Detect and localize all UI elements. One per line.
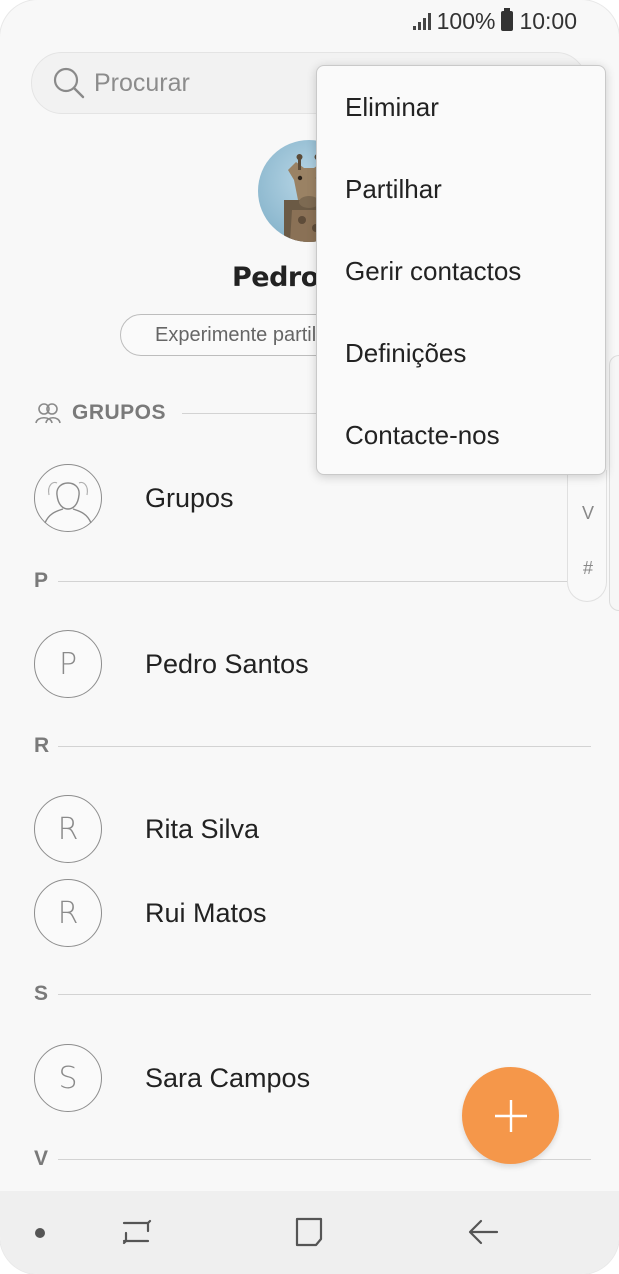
section-letter: R <box>34 734 50 757</box>
contact-avatar: R <box>34 795 102 863</box>
index-letter-hash[interactable]: # <box>568 558 608 579</box>
contact-name: Sara Campos <box>145 1062 311 1093</box>
clock: 10:00 <box>519 7 577 34</box>
contact-avatar: R <box>34 879 102 947</box>
list-item-contact[interactable]: P Pedro Santos <box>34 629 594 699</box>
contact-avatar: P <box>34 630 102 698</box>
menu-item-delete[interactable]: Eliminar <box>345 66 439 148</box>
add-contact-button[interactable] <box>462 1067 559 1164</box>
section-letter: P <box>34 569 49 592</box>
menu-item-settings[interactable]: Definições <box>345 312 466 394</box>
contact-name: Rita Silva <box>145 813 260 844</box>
menu-item-share[interactable]: Partilhar <box>345 148 442 230</box>
back-icon[interactable] <box>466 1215 500 1249</box>
contact-avatar: S <box>34 1044 102 1112</box>
search-icon <box>53 67 85 99</box>
person-outline-icon <box>44 481 92 524</box>
list-item-contact[interactable]: R Rui Matos <box>34 878 594 948</box>
group-avatar <box>34 464 102 532</box>
battery-percent: 100% <box>436 7 496 34</box>
status-bar: 100% 10:00 <box>412 6 577 36</box>
section-header-s: S <box>34 979 591 1009</box>
navigation-bar <box>0 1191 619 1274</box>
contacts-screen: 100% 10:00 Procurar Pedro S Experimente … <box>0 0 619 1274</box>
section-divider <box>58 993 591 995</box>
section-header-r: R <box>34 731 591 761</box>
section-divider <box>58 745 591 747</box>
section-divider <box>58 580 591 582</box>
menu-item-contact-us[interactable]: Contacte-nos <box>345 394 500 476</box>
index-scroller[interactable]: V # <box>567 470 607 602</box>
dot-icon[interactable] <box>35 1228 45 1238</box>
home-icon[interactable] <box>292 1215 326 1249</box>
group-name: Grupos <box>145 482 234 513</box>
contact-name: Rui Matos <box>145 897 267 928</box>
overflow-menu: Eliminar Partilhar Gerir contactos Defin… <box>316 65 606 475</box>
edge-panel-handle[interactable] <box>609 355 619 611</box>
groups-icon <box>35 403 61 424</box>
search-placeholder: Procurar <box>94 68 190 97</box>
section-letter: S <box>34 982 49 1005</box>
signal-icon <box>412 12 431 30</box>
menu-item-manage-contacts[interactable]: Gerir contactos <box>345 230 521 312</box>
section-letter: V <box>34 1147 49 1170</box>
contact-name: Pedro Santos <box>145 648 309 679</box>
groups-section-label: GRUPOS <box>72 401 167 424</box>
battery-icon <box>501 8 514 31</box>
index-letter-v[interactable]: V <box>568 503 608 524</box>
plus-icon <box>494 1099 527 1132</box>
recent-apps-icon[interactable] <box>120 1215 154 1249</box>
list-item-contact[interactable]: R Rita Silva <box>34 794 594 864</box>
section-header-p: P <box>34 566 591 596</box>
